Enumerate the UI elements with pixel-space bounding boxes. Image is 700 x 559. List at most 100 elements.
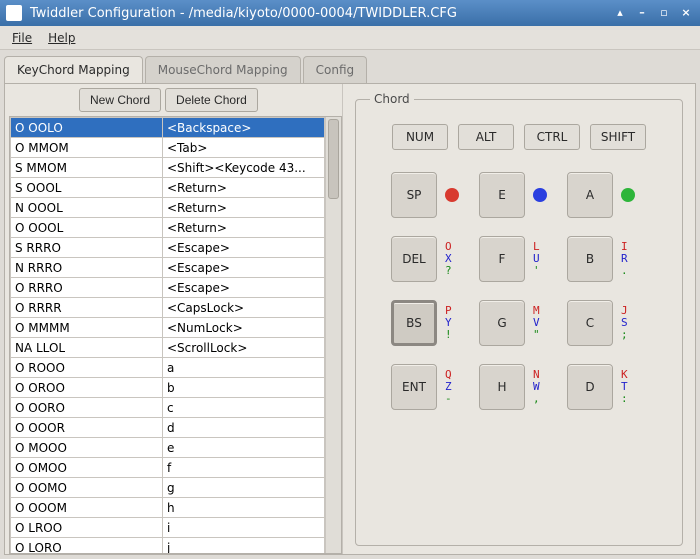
chord-fieldset: Chord NUM ALT CTRL SHIFT SP E A DEL xyxy=(355,92,683,546)
table-row[interactable]: O RRRR<CapsLock> xyxy=(11,298,325,318)
output-cell: <Shift><Keycode 43... xyxy=(163,158,325,178)
output-cell: <Tab> xyxy=(163,138,325,158)
table-row[interactable]: NA LLOL<ScrollLock> xyxy=(11,338,325,358)
chord-cell: O LROO xyxy=(11,518,163,538)
delete-chord-button[interactable]: Delete Chord xyxy=(165,88,258,112)
key-f[interactable]: F xyxy=(479,236,525,282)
modifier-row: NUM ALT CTRL SHIFT xyxy=(370,124,668,150)
scrollbar-thumb[interactable] xyxy=(328,119,339,199)
ann-bs: PY! xyxy=(445,305,452,341)
output-cell: h xyxy=(163,498,325,518)
table-row[interactable]: N OOOL<Return> xyxy=(11,198,325,218)
table-row[interactable]: O MOOOe xyxy=(11,438,325,458)
key-d[interactable]: D xyxy=(567,364,613,410)
chord-cell: O OROO xyxy=(11,378,163,398)
right-pane: Chord NUM ALT CTRL SHIFT SP E A DEL xyxy=(343,84,695,554)
output-cell: <Escape> xyxy=(163,238,325,258)
chord-cell: NA LLOL xyxy=(11,338,163,358)
chord-table-scroll[interactable]: O OOLO<Backspace>O MMOM<Tab>S MMOM<Shift… xyxy=(10,117,325,553)
chord-cell: O ROOO xyxy=(11,358,163,378)
output-cell: a xyxy=(163,358,325,378)
ann-ent: QZ- xyxy=(445,369,452,405)
output-cell: <Return> xyxy=(163,198,325,218)
app-icon xyxy=(6,5,22,21)
tab-mousechord[interactable]: MouseChord Mapping xyxy=(145,56,301,83)
key-g[interactable]: G xyxy=(479,300,525,346)
table-row[interactable]: N RRRO<Escape> xyxy=(11,258,325,278)
rollup-icon[interactable]: ▴ xyxy=(612,6,628,20)
output-cell: c xyxy=(163,398,325,418)
chord-cell: O OOMO xyxy=(11,478,163,498)
table-row[interactable]: S OOOL<Return> xyxy=(11,178,325,198)
table-row[interactable]: O OOORd xyxy=(11,418,325,438)
chord-cell: O OOOR xyxy=(11,418,163,438)
chord-cell: O OOLO xyxy=(11,118,163,138)
table-row[interactable]: O RRRO<Escape> xyxy=(11,278,325,298)
output-cell: j xyxy=(163,538,325,554)
chord-cell: S MMOM xyxy=(11,158,163,178)
mod-ctrl[interactable]: CTRL xyxy=(524,124,580,150)
mod-alt[interactable]: ALT xyxy=(458,124,514,150)
table-row[interactable]: S MMOM<Shift><Keycode 43... xyxy=(11,158,325,178)
tab-config[interactable]: Config xyxy=(303,56,368,83)
tabbar: KeyChord Mapping MouseChord Mapping Conf… xyxy=(0,50,700,83)
ann-f: LU' xyxy=(533,241,540,277)
table-row[interactable]: O OOOMh xyxy=(11,498,325,518)
output-cell: d xyxy=(163,418,325,438)
chord-cell: O OOOL xyxy=(11,218,163,238)
table-row[interactable]: O OOOL<Return> xyxy=(11,218,325,238)
chord-action-row: New Chord Delete Chord xyxy=(5,84,342,116)
key-del[interactable]: DEL xyxy=(391,236,437,282)
table-row[interactable]: O OOROc xyxy=(11,398,325,418)
menu-file[interactable]: File xyxy=(4,29,40,47)
table-row[interactable]: O OOMOg xyxy=(11,478,325,498)
key-sp[interactable]: SP xyxy=(391,172,437,218)
key-c[interactable]: C xyxy=(567,300,613,346)
output-cell: <CapsLock> xyxy=(163,298,325,318)
table-row[interactable]: S RRRO<Escape> xyxy=(11,238,325,258)
window-buttons: ▴ – ▫ × xyxy=(612,6,694,20)
chord-cell: O OOOM xyxy=(11,498,163,518)
output-cell: <Return> xyxy=(163,218,325,238)
minimize-icon[interactable]: – xyxy=(634,6,650,20)
ann-h: NW, xyxy=(533,369,540,405)
chord-cell: O MMOM xyxy=(11,138,163,158)
tab-panel-keychord: New Chord Delete Chord O OOLO<Backspace>… xyxy=(4,83,696,555)
app-window: Twiddler Configuration - /media/kiyoto/0… xyxy=(0,0,700,559)
close-icon[interactable]: × xyxy=(678,6,694,20)
left-pane: New Chord Delete Chord O OOLO<Backspace>… xyxy=(5,84,343,554)
table-row[interactable]: O OOLO<Backspace> xyxy=(11,118,325,138)
key-grid: SP E A DEL OX? F LU' B IR. BS PY! G xyxy=(370,172,668,410)
ann-c: JS; xyxy=(621,305,628,341)
key-bs[interactable]: BS xyxy=(391,300,437,346)
output-cell: <Return> xyxy=(163,178,325,198)
chord-table: O OOLO<Backspace>O MMOM<Tab>S MMOM<Shift… xyxy=(10,117,325,553)
mod-num[interactable]: NUM xyxy=(392,124,448,150)
key-h[interactable]: H xyxy=(479,364,525,410)
key-a[interactable]: A xyxy=(567,172,613,218)
ann-del: OX? xyxy=(445,241,452,277)
chord-cell: O OMOO xyxy=(11,458,163,478)
chord-cell: O MMMM xyxy=(11,318,163,338)
titlebar[interactable]: Twiddler Configuration - /media/kiyoto/0… xyxy=(0,0,700,26)
menu-help[interactable]: Help xyxy=(40,29,83,47)
key-ent[interactable]: ENT xyxy=(391,364,437,410)
ann-g: MV" xyxy=(533,305,540,341)
tab-keychord[interactable]: KeyChord Mapping xyxy=(4,56,143,83)
table-row[interactable]: O LROOi xyxy=(11,518,325,538)
new-chord-button[interactable]: New Chord xyxy=(79,88,161,112)
key-b[interactable]: B xyxy=(567,236,613,282)
mod-shift[interactable]: SHIFT xyxy=(590,124,646,150)
key-e[interactable]: E xyxy=(479,172,525,218)
table-row[interactable]: O MMMM<NumLock> xyxy=(11,318,325,338)
table-row[interactable]: O LOROj xyxy=(11,538,325,554)
output-cell: i xyxy=(163,518,325,538)
table-row[interactable]: O MMOM<Tab> xyxy=(11,138,325,158)
chord-cell: O MOOO xyxy=(11,438,163,458)
table-row[interactable]: O OROOb xyxy=(11,378,325,398)
table-row[interactable]: O ROOOa xyxy=(11,358,325,378)
vertical-scrollbar[interactable] xyxy=(325,117,341,553)
maximize-icon[interactable]: ▫ xyxy=(656,6,672,20)
table-row[interactable]: O OMOOf xyxy=(11,458,325,478)
output-cell: <Escape> xyxy=(163,278,325,298)
